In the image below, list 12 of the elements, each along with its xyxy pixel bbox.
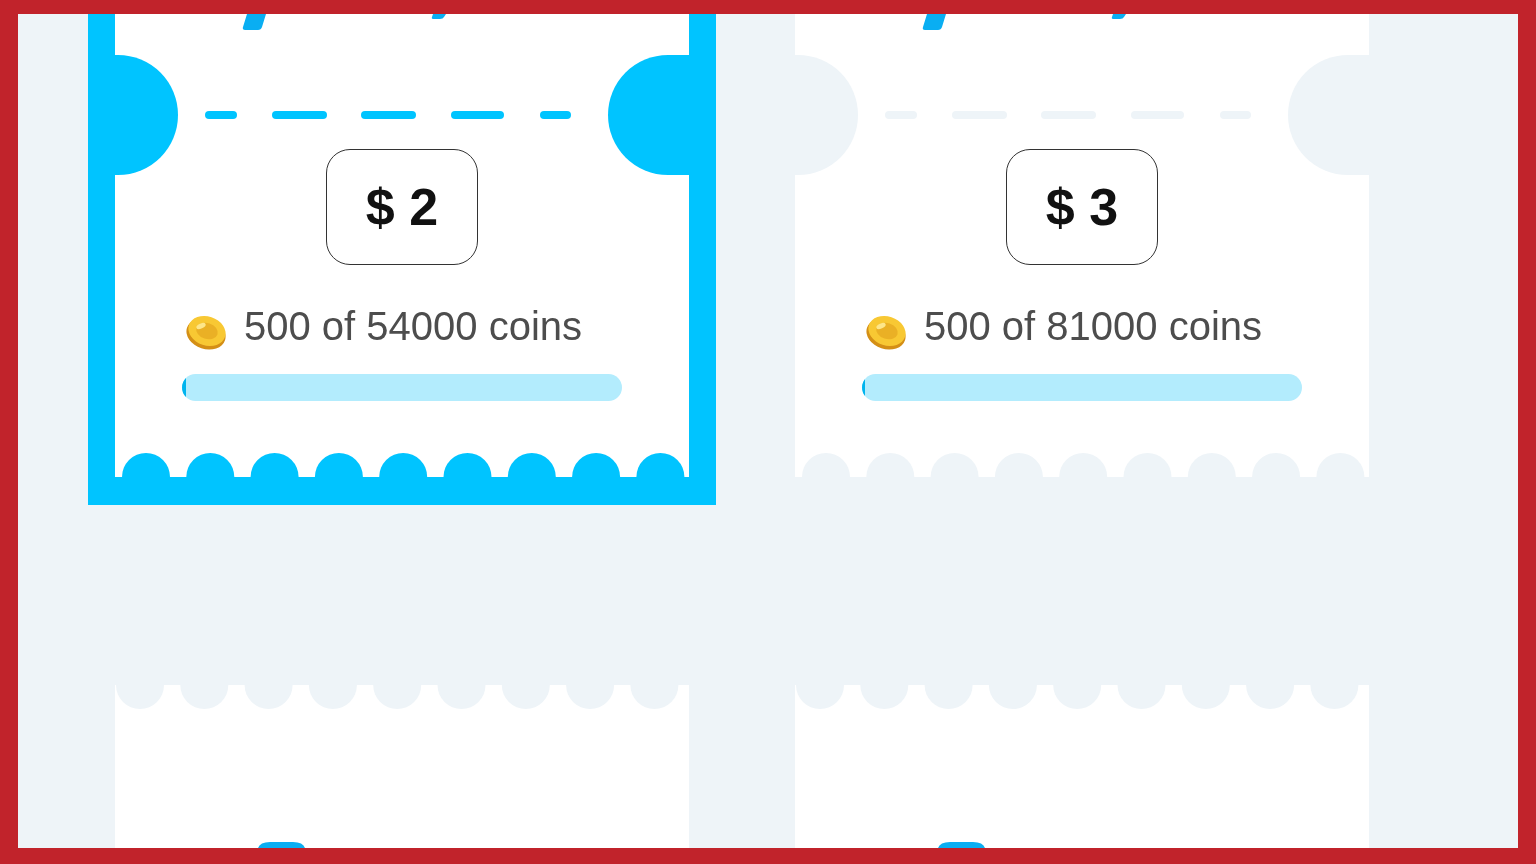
price-tag: $ 3 — [1006, 149, 1158, 265]
cropped-glyph-icon — [258, 842, 305, 848]
ticket-card[interactable] — [795, 685, 1369, 848]
price-tag: $ 2 — [326, 149, 478, 265]
coin-progress-text: 500 of 54000 coins — [244, 306, 583, 346]
coin-progress-text: 500 of 81000 coins — [924, 306, 1263, 346]
cropped-glyph-icon — [242, 14, 446, 30]
ticket-card[interactable] — [115, 685, 689, 848]
cropped-glyph-icon — [938, 842, 985, 848]
ticket-card[interactable]: $ 2 500 of 54000 coins — [88, 14, 716, 505]
cropped-glyph-icon — [922, 14, 1126, 30]
ticket-card[interactable]: $ 3 500 of 81000 coins — [795, 14, 1369, 477]
